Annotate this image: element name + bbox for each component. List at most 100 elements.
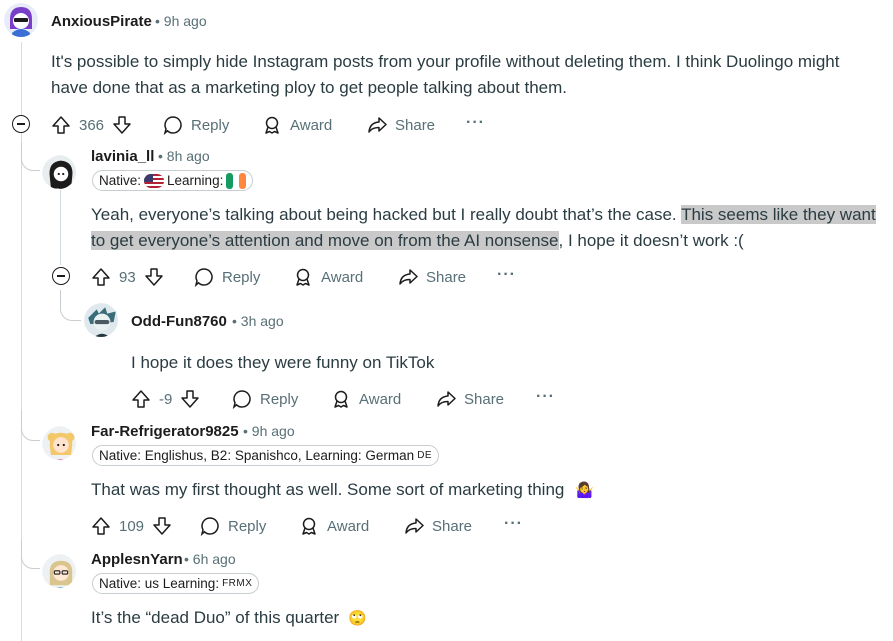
share-button[interactable]: Share: [367, 115, 435, 135]
upvote-icon[interactable]: [91, 516, 111, 536]
comment-timestamp: • 9h ago: [155, 13, 207, 29]
share-icon: [399, 269, 418, 285]
vote-controls: -9: [131, 389, 200, 409]
flair-suffix: DE: [417, 450, 433, 461]
comment-timestamp: • 3h ago: [232, 313, 284, 329]
share-label: Share: [395, 116, 436, 134]
comment-username[interactable]: AnxiousPirate: [51, 13, 152, 30]
avatar[interactable]: [42, 554, 76, 588]
share-label: Share: [464, 390, 505, 408]
avatar[interactable]: [42, 426, 76, 460]
award-label: Award: [321, 268, 364, 286]
thread-elbow: [21, 142, 40, 171]
award-icon: [265, 116, 279, 134]
collapse-thread-button[interactable]: [12, 115, 30, 133]
more-options-button[interactable]: ···: [504, 515, 523, 533]
thread-elbow: [21, 540, 40, 569]
comment-timestamp: • 6h ago: [184, 551, 236, 567]
user-flair: Native: Learning:: [92, 170, 254, 191]
award-label: Award: [290, 116, 333, 134]
comment-body-line: have done that as a marketing ploy to ge…: [51, 78, 568, 97]
comment-body-line: to get everyone’s attention and move on …: [91, 228, 876, 254]
flair-native-label: Native:: [99, 173, 142, 188]
avatar[interactable]: [42, 155, 76, 189]
thread-line-l2: [60, 190, 61, 265]
award-label: Award: [359, 390, 402, 408]
flair-suffix: FRMX: [222, 578, 253, 589]
avatar[interactable]: [84, 303, 118, 337]
comment-time: 9h ago: [251, 423, 295, 439]
more-options-button[interactable]: ···: [497, 266, 516, 284]
downvote-icon[interactable]: [144, 267, 164, 287]
comment-username[interactable]: lavinia_ll: [91, 148, 154, 165]
vote-count: 366: [79, 116, 105, 134]
comment-body-line: Yeah, everyone’s talking about being hac…: [91, 202, 876, 228]
award-button[interactable]: Award: [299, 516, 369, 536]
share-label: Share: [426, 268, 467, 286]
award-icon: [334, 390, 348, 408]
reply-button[interactable]: Reply: [200, 516, 266, 536]
us-flag-icon: [144, 173, 165, 188]
downvote-icon[interactable]: [180, 389, 200, 409]
comment-body-line: That was my first thought as well. Some …: [91, 480, 565, 499]
flair-learning-label: Learning:: [167, 173, 224, 188]
comment-time: 3h ago: [240, 313, 284, 329]
vote-controls: 109: [91, 516, 172, 536]
comment-icon: [232, 390, 251, 409]
avatar[interactable]: [4, 3, 38, 37]
reply-button[interactable]: Reply: [163, 115, 229, 135]
share-button[interactable]: Share: [436, 389, 504, 409]
thread-elbow: [60, 290, 81, 321]
comment-body: It's possible to simply hide Instagram p…: [51, 49, 839, 101]
comment-body: Yeah, everyone’s talking about being hac…: [91, 202, 876, 254]
highlighted-text: This seems like they want: [681, 205, 876, 224]
upvote-icon[interactable]: [91, 267, 111, 287]
thread-elbow: [21, 410, 40, 441]
downvote-icon[interactable]: [152, 516, 172, 536]
comment-timestamp: • 9h ago: [243, 423, 295, 439]
comment-body-line: It's possible to simply hide Instagram p…: [51, 52, 840, 71]
more-options-button[interactable]: ···: [466, 114, 485, 132]
body-text-segment: Yeah, everyone’s talking about being hac…: [91, 205, 682, 224]
award-icon: [302, 517, 316, 535]
share-label: Share: [432, 517, 473, 535]
comment-time: 8h ago: [166, 148, 210, 164]
comment-icon: [163, 116, 182, 135]
award-button[interactable]: Award: [262, 115, 332, 135]
upvote-icon[interactable]: [51, 115, 71, 135]
eye-roll-emoji: 🙄: [347, 610, 367, 627]
ireland-flag-icon: [226, 172, 247, 189]
highlighted-text: to get everyone’s attention and move on …: [91, 231, 559, 250]
comment-username[interactable]: ApplesnYarn: [91, 551, 183, 568]
comment-time: 6h ago: [192, 551, 236, 567]
award-label: Award: [327, 517, 370, 535]
collapse-thread-button[interactable]: [52, 267, 70, 285]
award-button[interactable]: Award: [331, 389, 401, 409]
user-flair: Native: Englishus, B2: Spanishco, Learni…: [92, 445, 440, 466]
more-options-button[interactable]: ···: [536, 388, 555, 406]
user-flair: Native: us Learning: FRMX: [92, 573, 260, 594]
upvote-icon[interactable]: [131, 389, 151, 409]
comment-username[interactable]: Far-Refrigerator9825: [91, 423, 239, 440]
comment-username[interactable]: Odd-Fun8760: [131, 313, 227, 330]
comment-body: It’s the “dead Duo” of this quarter 🙄: [91, 605, 367, 632]
share-button[interactable]: Share: [398, 267, 466, 287]
reply-label: Reply: [191, 116, 230, 134]
comment-time: 9h ago: [163, 13, 207, 29]
award-button[interactable]: Award: [293, 267, 363, 287]
downvote-icon[interactable]: [112, 115, 132, 135]
reply-button[interactable]: Reply: [232, 389, 298, 409]
vote-controls: 93: [91, 267, 164, 287]
reply-label: Reply: [222, 268, 261, 286]
comment-icon: [194, 268, 213, 287]
comment-body: I hope it does they were funny on TikTok: [131, 353, 435, 372]
share-icon: [368, 117, 387, 133]
reply-label: Reply: [228, 517, 267, 535]
share-button[interactable]: Share: [404, 516, 472, 536]
reply-button[interactable]: Reply: [194, 267, 260, 287]
vote-controls: 366: [51, 115, 132, 135]
share-icon: [405, 518, 424, 534]
share-icon: [437, 391, 456, 407]
vote-count: -9: [159, 390, 173, 408]
reply-label: Reply: [260, 390, 299, 408]
